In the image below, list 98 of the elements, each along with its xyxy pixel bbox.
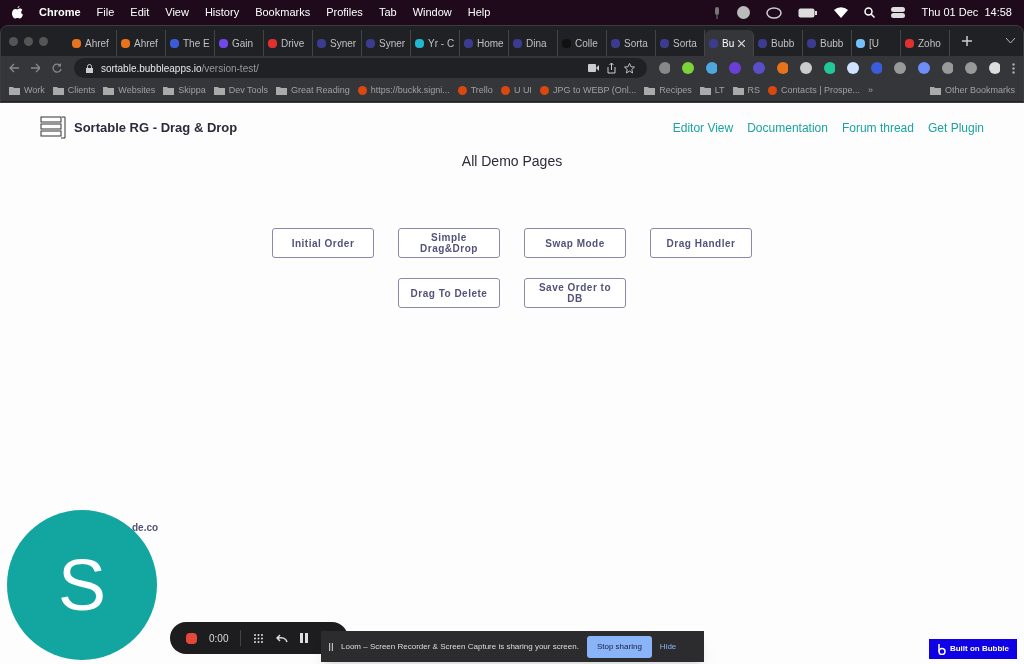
bookmark[interactable]: https://buckk.signi... xyxy=(357,83,450,98)
bookmark[interactable]: JPG to WEBP (Onl... xyxy=(539,83,637,98)
forward-icon[interactable] xyxy=(30,63,41,73)
share-icon[interactable] xyxy=(606,62,616,74)
demo-page-button[interactable]: Save Order to DB xyxy=(524,278,626,308)
folder-icon xyxy=(929,86,941,95)
close-icon[interactable] xyxy=(738,39,746,47)
menu-item[interactable]: Window xyxy=(412,4,452,21)
avatar-icon[interactable] xyxy=(737,6,751,19)
bookmarks-overflow[interactable]: » xyxy=(868,83,873,98)
search-icon[interactable] xyxy=(864,7,876,18)
menu-item[interactable]: View xyxy=(165,4,189,21)
tab-title: Colle xyxy=(575,36,598,51)
folder-icon xyxy=(9,86,20,95)
grid-icon[interactable] xyxy=(253,632,265,644)
more-icon[interactable] xyxy=(1012,62,1016,74)
reload-icon[interactable] xyxy=(52,63,62,73)
url-text: sortable.bubbleapps.io/version-test/ xyxy=(100,61,259,76)
tab-title: Gain xyxy=(232,36,254,51)
bubble-logo-icon xyxy=(936,643,946,655)
folder-icon xyxy=(103,86,115,95)
menu-item[interactable]: Bookmarks xyxy=(255,4,311,21)
bookmark[interactable]: Trello xyxy=(457,83,493,98)
battery-icon[interactable] xyxy=(798,7,819,18)
undo-icon[interactable] xyxy=(276,633,289,643)
pause-icon[interactable] xyxy=(300,633,309,643)
bookmark[interactable]: Recipes xyxy=(644,83,692,98)
footer-text: de.co xyxy=(132,521,159,535)
menu-item[interactable]: Tab xyxy=(378,4,397,21)
bookmark[interactable]: U UI xyxy=(500,83,532,98)
bookmark[interactable]: Other Bookmarks xyxy=(929,83,1015,98)
bookmark[interactable]: LT xyxy=(699,83,725,98)
menu-item[interactable]: Profiles xyxy=(326,4,363,21)
lock-icon xyxy=(85,63,93,73)
bookmark[interactable]: Contacts | Prospe... xyxy=(768,83,860,98)
tab-title: Syner xyxy=(330,36,357,51)
star-icon[interactable] xyxy=(623,62,635,74)
menu-item[interactable]: History xyxy=(204,4,240,21)
cloud-icon[interactable] xyxy=(766,6,783,19)
tab-title: Bubb xyxy=(820,36,844,51)
bookmark[interactable]: Clients xyxy=(52,83,96,98)
folder-icon xyxy=(52,86,64,95)
tab-title: Yr - C xyxy=(428,36,455,51)
folder-icon xyxy=(163,86,175,95)
control-center-icon[interactable] xyxy=(891,7,906,18)
tab-title: Zoho xyxy=(918,36,941,51)
bookmark[interactable]: RS xyxy=(732,83,761,98)
bookmark[interactable]: Dev Tools xyxy=(213,83,269,98)
list-logo-icon xyxy=(40,115,66,141)
stop-sharing-button[interactable]: Stop sharing xyxy=(586,635,652,658)
tab-title: Dina xyxy=(526,36,547,51)
tab-title: The E xyxy=(183,36,210,51)
tab-title: Sorta xyxy=(624,36,648,51)
browser-tab[interactable]: Bu xyxy=(705,30,754,56)
bookmark[interactable]: Work xyxy=(9,83,45,98)
menu-item[interactable]: File xyxy=(96,4,115,21)
recording-time: 0:00 xyxy=(209,631,229,646)
camera-icon[interactable] xyxy=(587,64,599,72)
tab-title: Drive xyxy=(281,36,305,51)
folder-icon xyxy=(732,86,744,95)
bookmark[interactable]: Great Reading xyxy=(276,83,350,98)
menu-item[interactable]: Chrome xyxy=(39,4,81,21)
chevron-down-icon[interactable] xyxy=(1006,38,1015,44)
back-icon[interactable] xyxy=(9,63,19,73)
page-heading: All Demo Pages xyxy=(461,152,563,171)
address-bar[interactable]: sortable.bubbleapps.io/version-test/ xyxy=(73,58,647,78)
stop-recording-button[interactable] xyxy=(186,632,197,644)
site-title: Sortable RG - Drag & Drop xyxy=(74,119,238,138)
demo-page-button[interactable]: Initial Order xyxy=(272,228,374,258)
built-on-bubble-badge[interactable]: Built on Bubble xyxy=(928,639,1017,659)
bookmark[interactable]: Skippa xyxy=(163,83,206,98)
demo-page-button[interactable]: Drag Handler xyxy=(650,228,752,258)
tab-title: Bu xyxy=(722,36,735,51)
tab-title: Sorta xyxy=(673,36,697,51)
drag-handle-icon[interactable] xyxy=(329,642,333,651)
folder-icon xyxy=(276,86,288,95)
bookmark[interactable]: Websites xyxy=(103,83,156,98)
folder-icon xyxy=(213,86,225,95)
tab-title: Home xyxy=(477,36,504,51)
tab-title: Bubb xyxy=(771,36,795,51)
hide-button[interactable]: Hide xyxy=(659,640,677,653)
tab-title: Syner xyxy=(379,36,406,51)
menu-item[interactable]: Help xyxy=(467,4,491,21)
demo-page-button[interactable]: Simple Drag&Drop xyxy=(398,228,500,258)
tab-title: Ahref xyxy=(85,36,109,51)
wifi-icon[interactable] xyxy=(834,7,849,18)
menu-clock: Thu 01 Dec 14:58 xyxy=(921,5,1012,21)
folder-icon xyxy=(699,86,711,95)
tab-title: [U xyxy=(869,36,879,51)
folder-icon xyxy=(644,86,656,95)
tab-title: Ahref xyxy=(134,36,158,51)
menu-item[interactable]: Edit xyxy=(130,4,150,21)
demo-page-button[interactable]: Drag To Delete xyxy=(398,278,500,308)
new-tab-icon[interactable] xyxy=(962,36,972,46)
demo-page-button[interactable]: Swap Mode xyxy=(524,228,626,258)
apple-icon[interactable] xyxy=(12,6,23,19)
sharing-message: Loom – Screen Recorder & Screen Capture is sharing your screen. xyxy=(341,640,579,653)
microphone-icon[interactable] xyxy=(713,6,722,19)
